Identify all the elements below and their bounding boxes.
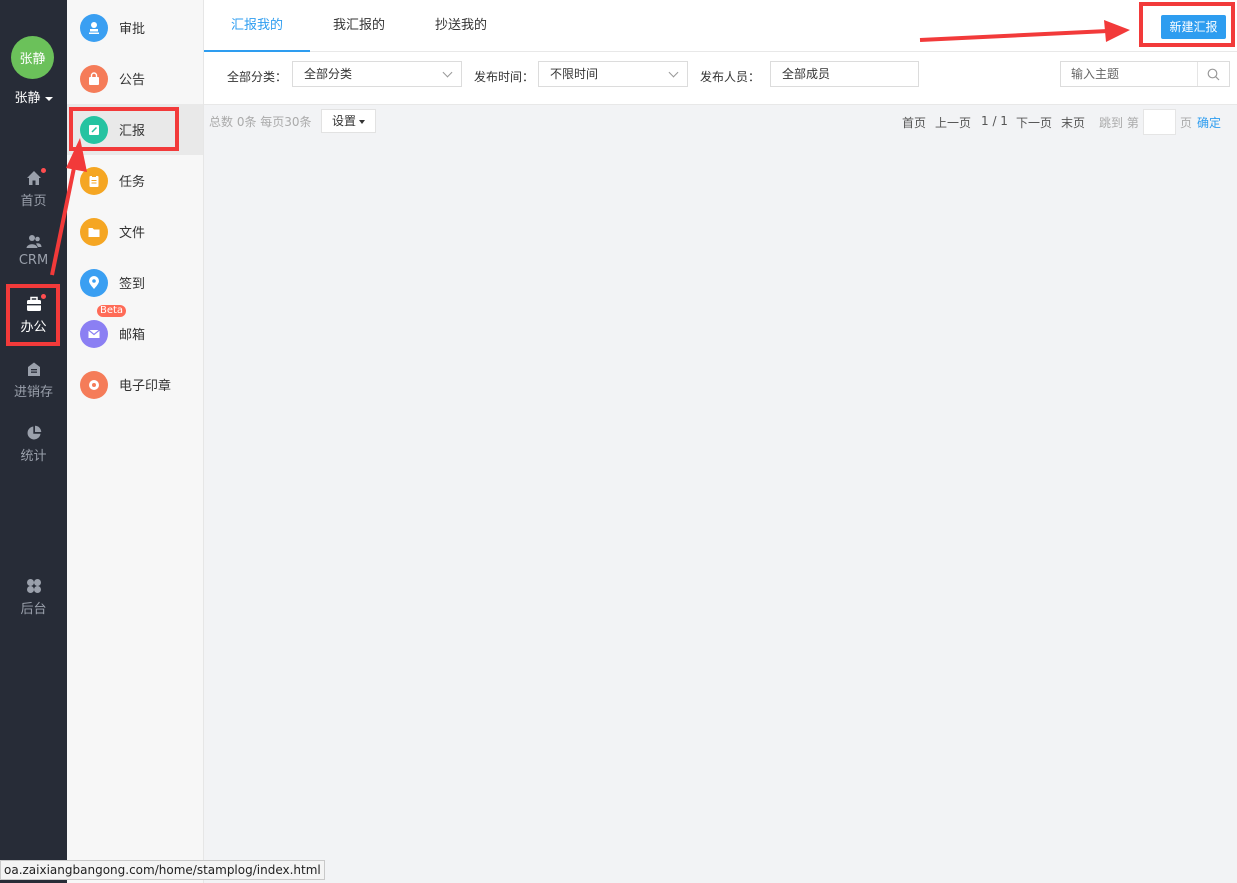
- chevron-down-icon: [442, 67, 453, 78]
- notification-dot: [40, 168, 46, 173]
- highlight-new-report: [1139, 2, 1235, 47]
- person-label: 发布人员：: [700, 70, 761, 84]
- nav-label: 统计: [20, 449, 47, 464]
- subnav-label: 审批: [119, 22, 146, 37]
- search-icon: [1207, 68, 1220, 80]
- beta-badge: Beta: [97, 305, 127, 317]
- caret-down-icon: [359, 119, 366, 124]
- subnav-label: 电子印章: [119, 379, 172, 394]
- subnav-item-notice[interactable]: 公告: [67, 53, 203, 104]
- users-icon: [26, 233, 42, 249]
- folder-icon: [80, 217, 108, 246]
- nav-item-stats[interactable]: 统计: [0, 425, 67, 475]
- nav-label: 后台: [20, 602, 47, 617]
- user-menu[interactable]: 张静: [0, 87, 67, 106]
- highlight-office: [6, 284, 60, 346]
- subnav-item-approval[interactable]: 审批: [67, 2, 203, 53]
- filter-bar: 全部分类： 全部分类 发布时间： 不限时间 发布人员： 全部成员: [204, 53, 1237, 105]
- jump-confirm-button[interactable]: 确定: [1197, 114, 1221, 131]
- tab-report-to-me[interactable]: 汇报我的: [204, 0, 311, 52]
- settings-label: 设置: [332, 114, 357, 128]
- time-value: 不限时间: [550, 67, 599, 81]
- search-box: [1060, 61, 1230, 87]
- subnav-label: 文件: [119, 226, 146, 241]
- nav-label: 首页: [20, 194, 47, 209]
- subnav-item-mail[interactable]: Beta 邮箱: [67, 305, 203, 359]
- tab-my-reports[interactable]: 我汇报的: [306, 0, 412, 52]
- category-value: 全部分类: [304, 67, 353, 81]
- subnav-item-checkin[interactable]: 签到: [67, 257, 203, 308]
- highlight-report: [69, 107, 179, 151]
- subnav-label: 任务: [119, 175, 146, 190]
- chevron-down-icon: [668, 67, 679, 78]
- jump-suffix: 页: [1180, 116, 1193, 130]
- mail-icon: [80, 319, 108, 348]
- clipboard-icon: [80, 166, 108, 195]
- tab-bar: 汇报我的 我汇报的 抄送我的: [204, 0, 1237, 52]
- category-select[interactable]: 全部分类: [292, 61, 462, 87]
- nav-item-home[interactable]: 首页: [0, 168, 67, 220]
- bag-icon: [80, 64, 108, 93]
- seal-icon: [80, 370, 108, 399]
- person-select[interactable]: 全部成员: [770, 61, 919, 87]
- grid-icon: [26, 578, 42, 594]
- next-page-link[interactable]: 下一页: [1016, 114, 1052, 131]
- nav-item-inventory[interactable]: 进销存: [0, 361, 67, 411]
- report-list-area: 总数 0条 每页30条 设置 首页 上一页 1 / 1 下一页 末页 跳到 第 …: [204, 105, 1237, 883]
- subnav-label: 公告: [119, 73, 146, 88]
- prev-page-link[interactable]: 上一页: [935, 114, 971, 131]
- subnav-item-task[interactable]: 任务: [67, 155, 203, 206]
- search-button[interactable]: [1197, 62, 1229, 86]
- page-jump-input[interactable]: [1143, 109, 1176, 135]
- tab-cc-me[interactable]: 抄送我的: [408, 0, 514, 52]
- stamp-icon: [80, 13, 108, 42]
- main-nav: 张静 张静 首页 CRM 办公 进销存 统计 后台: [0, 0, 67, 883]
- settings-dropdown[interactable]: 设置: [321, 109, 377, 133]
- store-icon: [26, 361, 42, 377]
- search-input[interactable]: [1061, 62, 1197, 86]
- status-bar-url: oa.zaixiangbangong.com/home/stamplog/ind…: [0, 860, 325, 880]
- last-page-link[interactable]: 末页: [1061, 114, 1085, 131]
- time-select[interactable]: 不限时间: [538, 61, 688, 87]
- subnav-label: 邮箱: [119, 328, 146, 343]
- first-page-link[interactable]: 首页: [902, 114, 926, 131]
- record-count: 总数 0条 每页30条: [209, 115, 312, 129]
- pie-chart-icon: [26, 425, 42, 441]
- nav-item-crm[interactable]: CRM: [0, 233, 67, 283]
- avatar[interactable]: 张静: [11, 36, 54, 79]
- category-label: 全部分类：: [227, 70, 288, 84]
- user-name: 张静: [14, 91, 41, 106]
- nav-item-admin[interactable]: 后台: [0, 578, 67, 628]
- nav-label: CRM: [18, 253, 49, 268]
- subnav-item-file[interactable]: 文件: [67, 206, 203, 257]
- subnav-item-seal[interactable]: 电子印章: [67, 359, 203, 410]
- home-icon: [26, 168, 46, 186]
- location-icon: [80, 268, 108, 297]
- time-label: 发布时间：: [474, 70, 535, 84]
- jump-prefix: 跳到 第: [1099, 116, 1139, 130]
- caret-down-icon: [44, 96, 53, 101]
- nav-label: 进销存: [13, 385, 53, 400]
- page-info: 1 / 1: [981, 114, 1008, 128]
- subnav-label: 签到: [119, 277, 146, 292]
- person-value: 全部成员: [782, 67, 831, 81]
